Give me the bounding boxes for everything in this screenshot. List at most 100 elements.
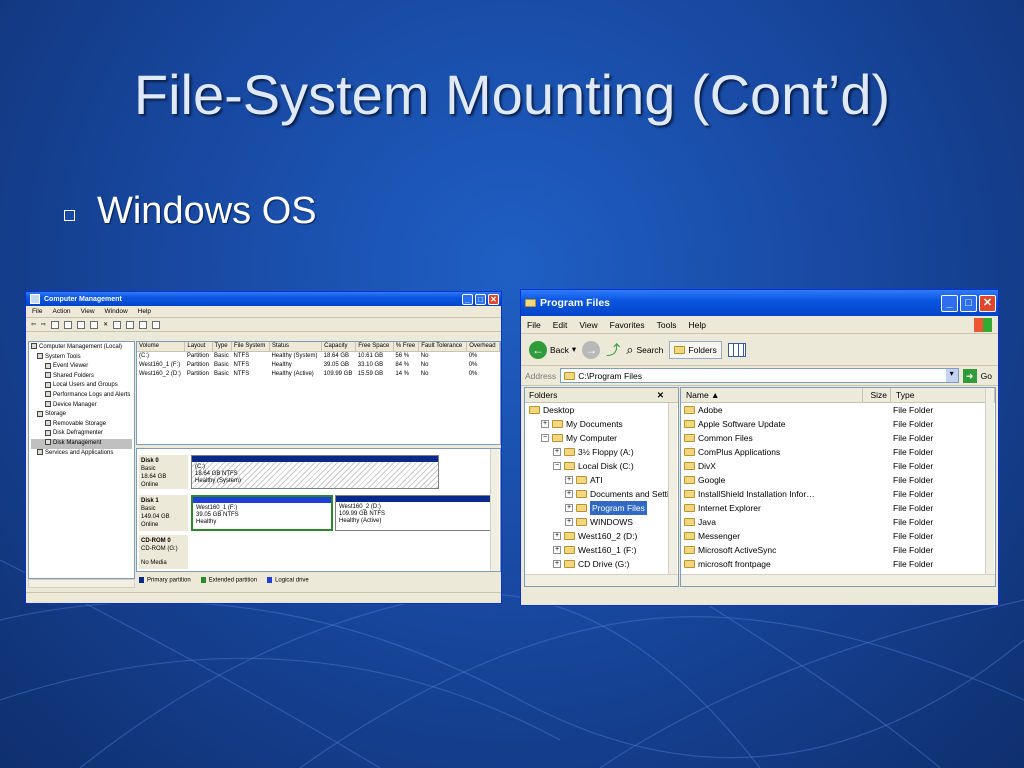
folder-tree-item[interactable]: + West160_2 (D:) (525, 529, 678, 543)
file-list-row[interactable]: Internet Explorer File Folder (681, 501, 995, 515)
tree-item[interactable]: Device Manager (31, 400, 132, 411)
forward-arrow-icon[interactable]: → (582, 340, 601, 359)
volume-row[interactable]: West160_1 (F:) Partition Basic NTFS Healthy 3… (137, 360, 500, 369)
up-folder-icon[interactable]: ⤴ (606, 340, 620, 360)
volume-row[interactable]: (C:) Partition Basic NTFS Healthy (System) 18… (137, 351, 500, 360)
help-icon[interactable] (90, 320, 99, 329)
column-type[interactable]: Type (891, 388, 995, 403)
folder-tree-item[interactable]: + My Documents (525, 417, 678, 431)
list-vertical-scrollbar[interactable] (985, 388, 994, 575)
search-icon[interactable] (139, 320, 148, 329)
volume-column-header[interactable]: Layout (184, 342, 213, 352)
expand-toggle-icon[interactable]: + (565, 504, 573, 512)
file-list-row[interactable]: Messenger File Folder (681, 529, 995, 543)
disk-1-info[interactable]: Disk 1 Basic 149.04 GB Online (139, 495, 188, 531)
file-list-row[interactable]: DivX File Folder (681, 459, 995, 473)
file-list-row[interactable]: Adobe File Folder (681, 403, 995, 417)
views-icon[interactable] (727, 342, 746, 357)
export-icon[interactable] (113, 320, 122, 329)
folder-tree-item[interactable]: + Documents and Settin (525, 487, 678, 501)
expand-toggle-icon[interactable]: + (553, 532, 561, 540)
minimize-button[interactable]: _ (462, 293, 473, 305)
folders-vertical-scrollbar[interactable] (668, 403, 677, 575)
address-input[interactable]: C:\Program Files ▾ (560, 368, 959, 383)
menu-edit[interactable]: Edit (553, 320, 568, 330)
address-dropdown-icon[interactable]: ▾ (945, 369, 958, 382)
menu-window[interactable]: Window (105, 308, 128, 315)
tree-item[interactable]: Disk Management (31, 438, 132, 449)
column-name[interactable]: Name ▲ (681, 388, 863, 403)
tree-item[interactable]: Storage (31, 410, 132, 420)
properties-icon[interactable] (77, 320, 86, 329)
menu-favorites[interactable]: Favorites (610, 320, 645, 330)
tree-item[interactable]: Computer Management (Local) (31, 343, 132, 353)
close-folders-pane-icon[interactable]: ✕ (657, 390, 664, 401)
up-folder-icon[interactable] (51, 320, 60, 329)
expand-toggle-icon[interactable]: + (541, 420, 549, 428)
tree-item[interactable]: Local Users and Groups (31, 381, 132, 391)
explorer-titlebar[interactable]: Program Files _ □ ✕ (521, 290, 998, 316)
volume-column-header[interactable]: Free Space (355, 342, 394, 352)
tree-item[interactable]: System Tools (31, 353, 132, 363)
folder-tree-item[interactable]: − Local Disk (C:) (525, 459, 678, 473)
go-button[interactable]: Go (981, 371, 992, 381)
back-arrow-icon[interactable]: ⇦ (31, 321, 36, 328)
folder-tree-item[interactable]: + ATI (525, 473, 678, 487)
volume-column-header[interactable]: % Free (393, 342, 420, 352)
tree-horizontal-scrollbar[interactable] (28, 579, 135, 588)
expand-toggle-icon[interactable]: + (553, 560, 561, 568)
volume-column-header[interactable]: Status (269, 342, 323, 352)
expand-toggle-icon[interactable]: + (565, 518, 573, 526)
partition-d[interactable]: West160_2 (D:) 109.99 GB NTFS Healthy (A… (335, 495, 493, 531)
close-button[interactable]: ✕ (979, 294, 996, 312)
menu-action[interactable]: Action (52, 308, 70, 315)
folder-tree-item[interactable]: +3½ Floppy (A:) (525, 445, 678, 459)
folder-tree-item[interactable]: + CD Drive (G:) (525, 557, 678, 571)
file-list-row[interactable]: Common Files File Folder (681, 431, 995, 445)
tree-item[interactable]: Disk Defragmenter (31, 429, 132, 439)
disk-icon[interactable] (152, 320, 161, 329)
folder-tree-item[interactable]: + West160_1 (F:) (525, 543, 678, 557)
expand-toggle-icon[interactable]: + (565, 490, 573, 498)
folder-tree-item[interactable]: Desktop (525, 403, 678, 417)
file-list-row[interactable]: microsoft frontpage File Folder (681, 557, 995, 571)
forward-arrow-icon[interactable]: ⇨ (41, 321, 46, 328)
list-horizontal-scrollbar[interactable] (681, 574, 995, 586)
menu-view[interactable]: View (579, 320, 597, 330)
expand-toggle-icon[interactable]: − (553, 462, 561, 470)
minimize-button[interactable]: _ (941, 294, 958, 312)
expand-toggle-icon[interactable]: − (541, 434, 549, 442)
partition-c[interactable]: (C:) 18.64 GB NTFS Healthy (System) (191, 455, 439, 489)
search-button[interactable]: ⌕ Search (626, 342, 663, 358)
volume-column-header[interactable]: Overhead (466, 342, 500, 352)
expand-toggle-icon[interactable]: + (553, 448, 561, 456)
expand-toggle-icon[interactable]: + (565, 476, 573, 484)
folders-horizontal-scrollbar[interactable] (525, 574, 678, 586)
expand-toggle-icon[interactable]: + (553, 546, 561, 554)
close-button[interactable]: ✕ (488, 293, 499, 305)
tree-item[interactable]: Removable Storage (31, 420, 132, 430)
volume-column-header[interactable]: Capacity (321, 342, 357, 352)
column-size[interactable]: Size (863, 388, 891, 403)
tree-item[interactable]: Event Viewer (31, 362, 132, 372)
file-list-row[interactable]: ComPlus Applications File Folder (681, 445, 995, 459)
open-folder-icon[interactable] (126, 320, 135, 329)
menu-tools[interactable]: Tools (657, 320, 677, 330)
cm-titlebar[interactable]: Computer Management _ □ ✕ (26, 292, 501, 306)
menu-file[interactable]: File (527, 320, 541, 330)
tree-item[interactable]: Services and Applications (31, 448, 132, 459)
volume-column-header[interactable]: File System (231, 342, 270, 352)
file-list-row[interactable]: Microsoft ActiveSync File Folder (681, 543, 995, 557)
volume-column-header[interactable]: Type (212, 342, 233, 352)
tree-item[interactable]: Performance Logs and Alerts (31, 391, 132, 401)
tree-item[interactable]: Shared Folders (31, 372, 132, 382)
volume-column-header[interactable]: Volume (137, 342, 186, 352)
file-list-row[interactable]: Apple Software Update File Folder (681, 417, 995, 431)
delete-icon[interactable]: ✕ (103, 321, 108, 328)
menu-view[interactable]: View (81, 308, 95, 315)
partition-f[interactable]: West160_1 (F:) 39.05 GB NTFS Healthy (191, 495, 333, 531)
go-arrow-icon[interactable]: ➜ (962, 368, 977, 383)
file-list-row[interactable]: InstallShield Installation Infor… File Fo… (681, 487, 995, 501)
back-button[interactable]: ← Back ▾ (529, 340, 576, 359)
disk-0-info[interactable]: Disk 0 Basic 18.64 GB Online (139, 455, 188, 489)
